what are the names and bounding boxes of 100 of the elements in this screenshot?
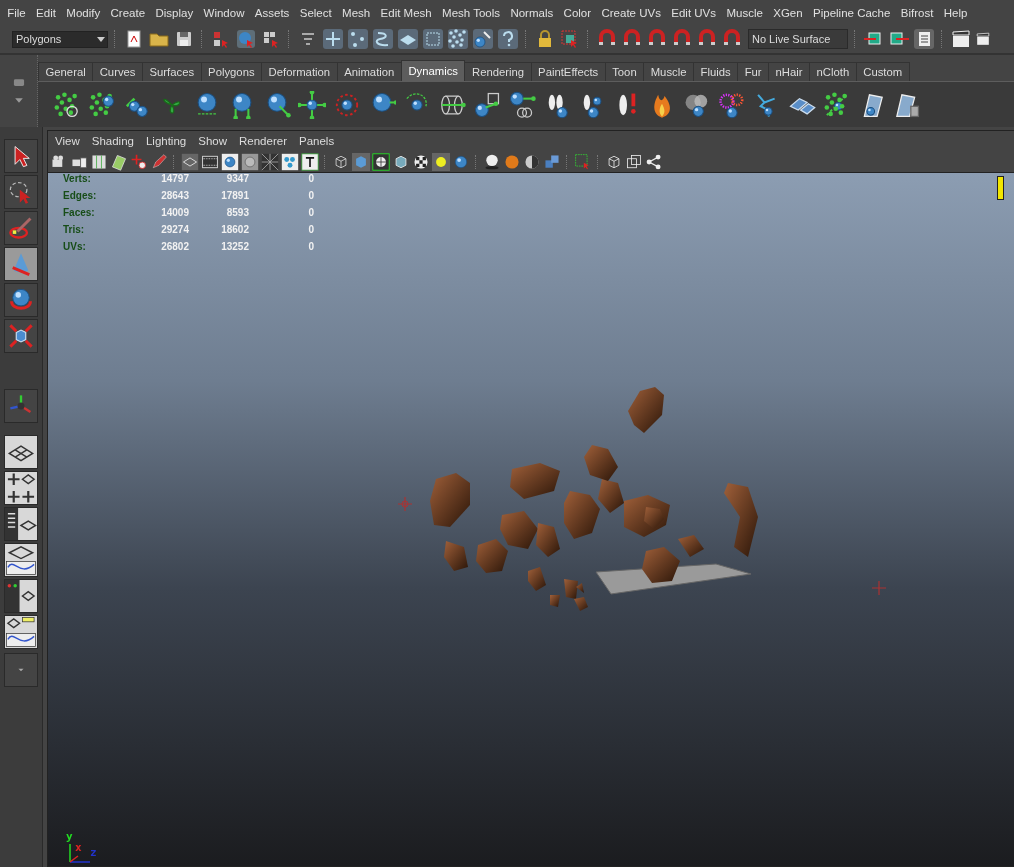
wireframe-on-shaded-icon[interactable]	[372, 152, 390, 171]
menu-item[interactable]: Mesh	[336, 6, 376, 19]
field-chart-icon[interactable]	[261, 152, 279, 171]
text-t-icon[interactable]	[301, 152, 319, 171]
live-surface-field[interactable]: No Live Surface	[748, 29, 848, 49]
panel-menu-item[interactable]: Shading	[85, 135, 140, 147]
hud-value: 0	[307, 173, 314, 184]
shelf-tab[interactable]: Polygons	[200, 62, 263, 81]
hud-value: 0	[307, 190, 314, 201]
highlight-marker	[997, 176, 1004, 200]
hud-label: Faces:	[63, 207, 96, 218]
menu-item[interactable]: Create	[105, 6, 151, 19]
hud-value: 17891	[220, 190, 249, 201]
hud-label: Edges:	[63, 190, 98, 201]
panel-menu-item[interactable]: Renderer	[233, 135, 293, 147]
menu-item[interactable]: Display	[150, 6, 199, 19]
particle-emitter-icon[interactable]	[53, 90, 81, 119]
sphere-rotate-icon	[8, 287, 34, 313]
menu-item[interactable]: Normals	[505, 6, 559, 19]
layout-button[interactable]	[4, 543, 38, 577]
field-rings-icon[interactable]	[508, 90, 536, 119]
hud-value: 9347	[225, 173, 249, 184]
mode-value: Polygons	[16, 33, 63, 45]
layout-button[interactable]	[4, 579, 38, 613]
menu-item[interactable]: Select	[294, 6, 337, 19]
panel-menu-item[interactable]: Lighting	[139, 135, 193, 147]
particle-cloud-icon[interactable]	[88, 90, 116, 119]
bookmark-icon[interactable]	[90, 152, 108, 171]
tool-button[interactable]	[4, 175, 38, 209]
menu-item[interactable]: Edit Mesh	[375, 6, 437, 19]
mode-dropdown[interactable]: Polygons	[12, 30, 108, 48]
hypershade-layout-icon	[5, 580, 37, 612]
menu-item[interactable]: Help	[938, 6, 973, 19]
zoom-icon[interactable]	[130, 152, 148, 171]
menu-item[interactable]: Mesh Tools	[436, 6, 506, 19]
snap-path-icon[interactable]	[372, 28, 394, 50]
shadow-sphere-icon[interactable]	[483, 152, 501, 171]
snap-vertex-icon[interactable]	[422, 28, 444, 50]
editor-layout-icon	[5, 616, 37, 648]
tool-button[interactable]	[4, 319, 38, 353]
menu-item[interactable]: XGen	[768, 6, 808, 19]
hud-label: UVs:	[63, 241, 87, 252]
shelf-tab[interactable]: Custom	[855, 62, 910, 81]
gate-mask-icon[interactable]	[241, 152, 259, 171]
cubes-icon[interactable]	[543, 152, 561, 171]
shelf-tab[interactable]: Rendering	[464, 62, 532, 81]
hud-value: 0	[307, 241, 314, 252]
light-bulb-icon[interactable]	[432, 152, 450, 171]
hud-value: 18602	[220, 224, 249, 235]
hud-value: 26802	[160, 241, 189, 252]
tool-button[interactable]	[4, 283, 38, 317]
snap-live-icon[interactable]	[472, 28, 494, 50]
radial-arrows-icon[interactable]	[298, 90, 326, 119]
hud-label: Tris:	[63, 224, 86, 235]
snap-curve-icon[interactable]	[347, 28, 369, 50]
four-view-layout-icon	[5, 472, 37, 504]
hud-value: 13252	[220, 241, 249, 252]
help-icon[interactable]	[497, 28, 519, 50]
clapperboard-icon[interactable]	[950, 28, 972, 50]
snap-grid-icon[interactable]	[322, 28, 344, 50]
axis-label: x	[75, 841, 82, 854]
cube-arrows-icon	[8, 323, 34, 349]
menu-item[interactable]: File	[2, 6, 31, 19]
hud-value: 29274	[160, 224, 189, 235]
shelf-tab[interactable]: General	[38, 62, 94, 81]
layout-button[interactable]	[4, 507, 38, 541]
overlapping-squares-icon[interactable]	[625, 152, 643, 171]
hud-label: Verts:	[63, 173, 92, 184]
panel-menu-item[interactable]: View	[49, 135, 86, 147]
resolution-gate-icon[interactable]	[221, 152, 239, 171]
shelf-tab[interactable]: Dynamics	[400, 60, 466, 81]
image-plane-icon[interactable]	[110, 152, 128, 171]
menu-item[interactable]: Assets	[249, 6, 295, 19]
panel-menu-item[interactable]: Show	[192, 135, 233, 147]
menu-item[interactable]: Bifrost	[895, 6, 939, 19]
grid-toggle-icon[interactable]	[181, 152, 199, 171]
tool-button[interactable]	[4, 247, 38, 281]
tool-button[interactable]	[4, 139, 38, 173]
share-nodes-icon[interactable]	[645, 152, 663, 171]
hud-value: 0	[307, 207, 314, 218]
snap-points-icon[interactable]	[447, 28, 469, 50]
safe-action-icon[interactable]	[281, 152, 299, 171]
layout-button[interactable]	[4, 471, 38, 505]
layout-button[interactable]	[4, 615, 38, 649]
menu-item[interactable]: Color	[558, 6, 597, 19]
select-object-icon[interactable]	[235, 28, 257, 50]
menu-item[interactable]: Modify	[61, 6, 106, 19]
hud-value: 8593	[225, 207, 249, 218]
field-to-object-icon[interactable]	[473, 90, 501, 119]
menu-item[interactable]: Edit UVs	[666, 6, 722, 19]
graph-view-layout-icon	[5, 544, 37, 576]
panel-menu-item[interactable]: Panels	[292, 135, 341, 147]
menu-item[interactable]: Window	[198, 6, 250, 19]
menu-item[interactable]: Muscle	[721, 6, 769, 19]
script-editor-icon[interactable]	[913, 28, 935, 50]
menu-item[interactable]: Pipeline Cache	[807, 6, 896, 19]
menu-item[interactable]: Edit	[30, 6, 62, 19]
layout-button[interactable]	[4, 435, 38, 469]
menu-item[interactable]: Create UVs	[596, 6, 667, 19]
snap-plane-icon[interactable]	[397, 28, 419, 50]
